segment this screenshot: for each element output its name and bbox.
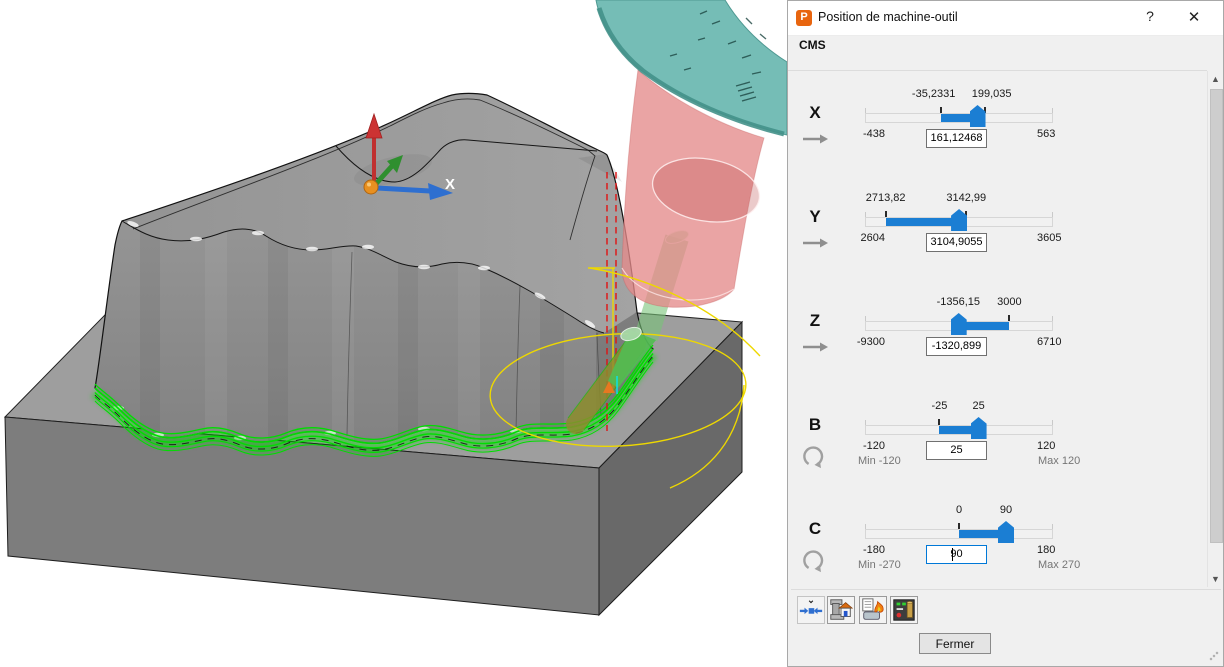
close-dialog-button[interactable]: Fermer	[919, 633, 991, 654]
range-min-x: -438	[815, 128, 885, 140]
x-axis-label: X	[445, 176, 455, 193]
value-input-c[interactable]: 90	[926, 545, 987, 564]
app-icon: P	[796, 10, 812, 26]
machine-status-icon	[891, 597, 917, 623]
limit-label-min-y: 2713,82	[866, 192, 906, 204]
resize-grip[interactable]	[1209, 651, 1219, 661]
limit-label-min-z: -1356,15	[937, 296, 980, 308]
machine-run-button[interactable]	[859, 596, 887, 624]
range-max-y: 3605	[1037, 232, 1107, 244]
text-caret	[952, 548, 953, 561]
x-axis-arrow	[377, 188, 430, 191]
track-end-tick	[1052, 420, 1053, 425]
range-max-c: 180	[1037, 544, 1107, 556]
value-input-z[interactable]: -1320,899	[926, 337, 987, 356]
scroll-up-icon[interactable]: ▲	[1208, 71, 1223, 87]
limit-label-min-x: -35,2331	[912, 88, 955, 100]
fit-to-limits-button[interactable]	[797, 596, 825, 624]
travel-min-b: Min -120	[858, 455, 901, 467]
range-min-c: -180	[815, 544, 885, 556]
machine-run-icon	[860, 597, 886, 623]
help-button[interactable]: ?	[1136, 8, 1164, 28]
track-end-tick	[865, 108, 866, 113]
3d-viewport[interactable]: X	[0, 0, 787, 667]
app-window: X P Position de machine-outil ? ✕ CMS X -…	[0, 0, 1224, 667]
axis-label-z: Z	[802, 311, 828, 331]
value-input-b[interactable]: 25	[926, 441, 987, 460]
range-max-x: 563	[1037, 128, 1107, 140]
slider-handle-c[interactable]	[998, 521, 1014, 543]
limit-label-max-c: 90	[1000, 504, 1012, 516]
value-input-y[interactable]: 3104,9055	[926, 233, 987, 252]
limit-tick	[1008, 315, 1010, 321]
limit-label-max-b: 25	[972, 400, 984, 412]
slider-handle-b[interactable]	[971, 417, 987, 439]
limit-label-max-x: 199,035	[972, 88, 1012, 100]
value-input-x[interactable]: 161,12468	[926, 129, 987, 148]
scrollbar-thumb[interactable]	[1210, 89, 1223, 543]
dialog-title: Position de machine-outil	[818, 10, 958, 24]
range-max-b: 120	[1037, 440, 1107, 452]
origin-ball	[364, 180, 378, 194]
limit-label-min-c: 0	[956, 504, 962, 516]
travel-max-c: Max 270	[1038, 559, 1080, 571]
limit-label-max-z: 3000	[997, 296, 1021, 308]
limit-label-max-y: 3142,99	[946, 192, 986, 204]
fit-to-limits-icon	[798, 597, 824, 623]
track-end-tick	[865, 524, 866, 529]
axis-label-x: X	[802, 103, 828, 123]
slider-handle-z[interactable]	[951, 313, 967, 335]
limit-tick	[938, 419, 940, 425]
track-end-tick	[865, 316, 866, 321]
scroll-down-icon[interactable]: ▼	[1208, 571, 1223, 587]
limit-label-min-b: -25	[931, 400, 947, 412]
track-end-tick	[1052, 108, 1053, 113]
machine-name-label: CMS	[799, 38, 826, 52]
contact-point-marker	[612, 159, 621, 168]
track-end-tick	[1052, 316, 1053, 321]
track-end-tick	[1052, 212, 1053, 217]
axis-label-b: B	[802, 415, 828, 435]
track-end-tick	[865, 212, 866, 217]
close-icon[interactable]: ✕	[1180, 8, 1208, 28]
machine-home-button[interactable]	[827, 596, 855, 624]
machine-status-button[interactable]	[890, 596, 918, 624]
machine-position-dialog: P Position de machine-outil ? ✕ CMS X -35…	[787, 0, 1224, 667]
separator	[791, 589, 1221, 590]
travel-min-c: Min -270	[858, 559, 901, 571]
separator	[788, 70, 1207, 71]
track-end-tick	[1052, 524, 1053, 529]
track-end-tick	[865, 420, 866, 425]
range-min-b: -120	[815, 440, 885, 452]
range-max-z: 6710	[1037, 336, 1107, 348]
range-min-z: -9300	[815, 336, 885, 348]
dialog-titlebar[interactable]: P Position de machine-outil ? ✕	[788, 1, 1223, 36]
limit-tick	[885, 211, 887, 217]
machine-home-icon	[828, 597, 854, 623]
limit-tick	[958, 523, 960, 529]
axis-label-y: Y	[802, 207, 828, 227]
scrollbar[interactable]: ▲ ▼	[1207, 71, 1223, 587]
range-min-y: 2604	[815, 232, 885, 244]
travel-max-b: Max 120	[1038, 455, 1080, 467]
axis-label-c: C	[802, 519, 828, 539]
limit-tick	[940, 107, 942, 113]
